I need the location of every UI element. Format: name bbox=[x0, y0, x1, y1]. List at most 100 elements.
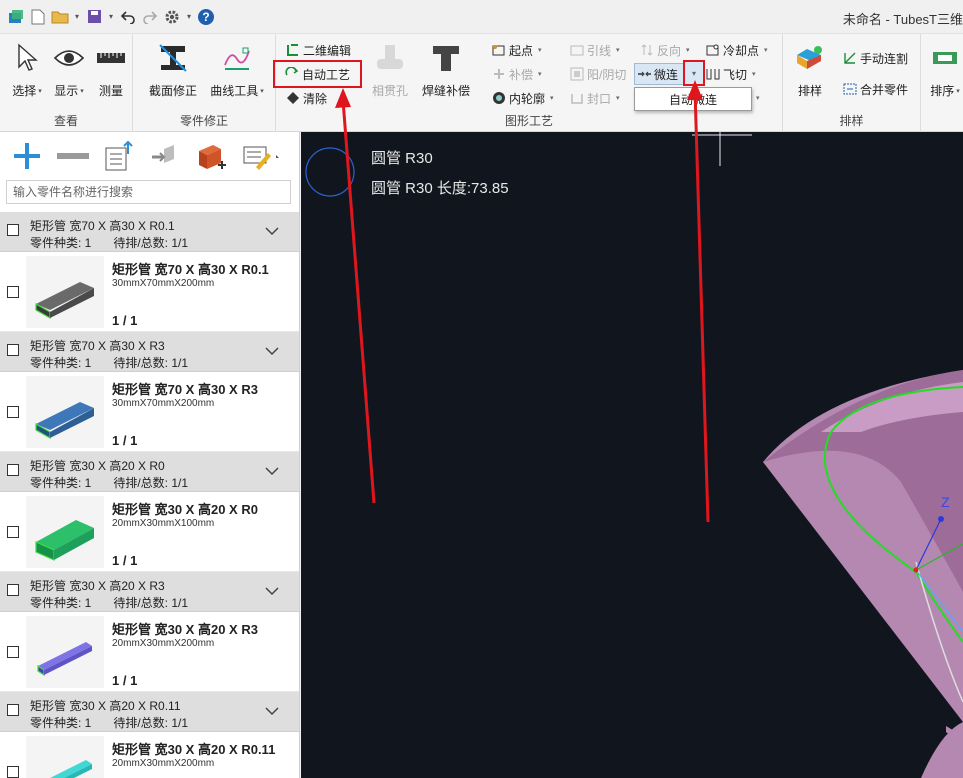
view-group-label: 查看 bbox=[53, 114, 78, 128]
item-checkbox[interactable] bbox=[7, 646, 19, 658]
group-kinds: 零件种类: 1 bbox=[30, 596, 92, 610]
group-checkbox[interactable] bbox=[7, 584, 19, 596]
part-count: 1 / 1 bbox=[112, 433, 138, 448]
weld-compensation-button[interactable]: 焊缝补偿 bbox=[422, 42, 471, 99]
part-group-header[interactable]: 矩形管 宽70 X 高30 X R0.1 零件种类: 1 待排/总数: 1/1 bbox=[0, 212, 299, 252]
help-icon[interactable]: ? bbox=[196, 7, 216, 27]
auto-process-button[interactable]: 自动工艺 bbox=[273, 60, 362, 88]
item-checkbox[interactable] bbox=[7, 406, 19, 418]
list-item[interactable]: 矩形管 宽30 X 高20 X R0 20mmX30mmX100mm 1 / 1 bbox=[0, 492, 299, 572]
chevron-down-icon[interactable] bbox=[264, 223, 280, 239]
curve-tools-button[interactable]: 曲线工具 ▾ bbox=[210, 42, 264, 99]
part-count: 1 / 1 bbox=[112, 313, 138, 328]
open-folder-icon[interactable] bbox=[50, 7, 70, 27]
undo-icon[interactable] bbox=[118, 7, 138, 27]
cooling-point-label: 冷却点 bbox=[723, 43, 760, 58]
select-label: 选择 bbox=[12, 84, 37, 98]
crosshair-cursor bbox=[692, 132, 752, 166]
merge-parts-button[interactable]: 合并零件 bbox=[843, 79, 908, 99]
group-pending: 待排/总数: 1/1 bbox=[113, 596, 189, 610]
yin-yang-cut-button[interactable]: 阳/阴切 bbox=[570, 64, 626, 84]
intersect-hole-label: 相贯孔 bbox=[371, 84, 408, 98]
start-point-button[interactable]: 起点 ▾ bbox=[492, 40, 542, 60]
display-button[interactable]: 显示 ▾ bbox=[47, 42, 91, 99]
measure-button[interactable]: 测量 bbox=[89, 42, 133, 99]
list-item[interactable]: 矩形管 宽30 X 高20 X R3 20mmX30mmX200mm 1 / 1 bbox=[0, 612, 299, 692]
redo-icon[interactable] bbox=[140, 7, 160, 27]
edit-list-icon[interactable] bbox=[240, 139, 284, 173]
save-icon[interactable] bbox=[84, 7, 104, 27]
group-checkbox[interactable] bbox=[7, 224, 19, 236]
auto-micro-joint-menu-item[interactable]: 自动微连 bbox=[634, 87, 752, 111]
dropdown-arrow-icon: ▾ bbox=[756, 95, 760, 102]
group-kinds: 零件种类: 1 bbox=[30, 476, 92, 490]
item-checkbox[interactable] bbox=[7, 286, 19, 298]
part-group-header[interactable]: 矩形管 宽30 X 高20 X R0.11 零件种类: 1 待排/总数: 1/1 bbox=[0, 692, 299, 732]
nesting-button[interactable]: 排样 bbox=[788, 42, 832, 99]
add-material-icon[interactable] bbox=[194, 139, 228, 173]
z-axis-label: Z bbox=[941, 494, 950, 510]
intersect-hole-button[interactable]: 相贯孔 bbox=[368, 42, 412, 99]
group-checkbox[interactable] bbox=[7, 344, 19, 356]
select-button[interactable]: 选择 ▾ bbox=[5, 42, 49, 99]
manual-cut-button[interactable]: 手动连割 bbox=[843, 48, 908, 68]
chevron-down-icon[interactable] bbox=[264, 583, 280, 599]
seal-button[interactable]: 封口 ▾ bbox=[570, 88, 620, 108]
cooling-point-icon bbox=[706, 43, 720, 57]
part-group-header[interactable]: 矩形管 宽30 X 高20 X R0 零件种类: 1 待排/总数: 1/1 bbox=[0, 452, 299, 492]
section-fix-button[interactable]: 截面修正 bbox=[149, 42, 198, 99]
add-part-icon[interactable] bbox=[10, 139, 44, 173]
part-search-input[interactable]: 输入零件名称进行搜索 bbox=[6, 180, 291, 204]
weld-compensation-label: 焊缝补偿 bbox=[422, 84, 471, 98]
reverse-button[interactable]: 反向 ▾ bbox=[640, 40, 690, 60]
cooling-point-button[interactable]: 冷却点 ▾ bbox=[706, 40, 768, 60]
chevron-down-icon[interactable] bbox=[264, 703, 280, 719]
group-checkbox[interactable] bbox=[7, 704, 19, 716]
clear-button[interactable]: 清除 bbox=[286, 88, 327, 108]
edit-2d-button[interactable]: 二维编辑 bbox=[286, 40, 351, 60]
open-dropdown-icon[interactable]: ▾ bbox=[72, 12, 82, 21]
part-group-header[interactable]: 矩形管 宽70 X 高30 X R3 零件种类: 1 待排/总数: 1/1 bbox=[0, 332, 299, 372]
tube-profile-circle bbox=[305, 147, 355, 197]
lead-line-icon bbox=[570, 43, 584, 57]
cursor-icon bbox=[11, 42, 43, 74]
lead-line-label: 引线 bbox=[587, 43, 612, 58]
inner-contour-button[interactable]: 内轮廓 ▾ bbox=[492, 88, 554, 108]
measure-label: 测量 bbox=[98, 84, 123, 98]
sort-button[interactable]: 排序 ▾ bbox=[923, 42, 963, 99]
micro-joint-button[interactable]: 微连 bbox=[634, 63, 684, 85]
viewport-3d[interactable]: 圆管 R30 圆管 R30 长度:73.85 Z bbox=[301, 132, 963, 778]
group-pending: 待排/总数: 1/1 bbox=[113, 716, 189, 730]
new-file-icon[interactable] bbox=[28, 7, 48, 27]
part-dims: 30mmX70mmX200mm bbox=[112, 278, 215, 289]
micro-joint-dropdown-button[interactable]: ▾ bbox=[683, 60, 705, 86]
group-title: 矩形管 宽70 X 高30 X R0.1 bbox=[30, 219, 175, 233]
lead-line-button[interactable]: 引线 ▾ bbox=[570, 40, 620, 60]
compensation-button[interactable]: 补偿 ▾ bbox=[492, 64, 542, 84]
settings-dropdown-icon[interactable]: ▾ bbox=[184, 12, 194, 21]
item-checkbox[interactable] bbox=[7, 526, 19, 538]
save-dropdown-icon[interactable]: ▾ bbox=[106, 12, 116, 21]
item-checkbox[interactable] bbox=[7, 766, 19, 778]
micro-joint-label: 微连 bbox=[654, 67, 679, 82]
more-dropdown[interactable]: ▾ bbox=[754, 88, 760, 108]
section-fix-label: 截面修正 bbox=[149, 84, 198, 98]
fly-cut-button[interactable]: 飞切 ▾ bbox=[706, 64, 756, 84]
part-count: 1 / 1 bbox=[112, 673, 138, 688]
import-list-icon[interactable] bbox=[102, 139, 136, 173]
part-thumbnail bbox=[26, 376, 104, 448]
remove-part-icon[interactable] bbox=[56, 139, 90, 173]
fly-cut-icon bbox=[706, 67, 720, 81]
list-item[interactable]: 矩形管 宽30 X 高20 X R0.11 20mmX30mmX200mm bbox=[0, 732, 299, 778]
chevron-down-icon[interactable] bbox=[264, 463, 280, 479]
edit-2d-label: 二维编辑 bbox=[303, 43, 352, 58]
move-part-icon[interactable] bbox=[148, 139, 182, 173]
chevron-down-icon[interactable] bbox=[264, 343, 280, 359]
yin-yang-cut-icon bbox=[570, 67, 584, 81]
fly-cut-label: 飞切 bbox=[723, 67, 748, 82]
list-item[interactable]: 矩形管 宽70 X 高30 X R3 30mmX70mmX200mm 1 / 1 bbox=[0, 372, 299, 452]
list-item[interactable]: 矩形管 宽70 X 高30 X R0.1 30mmX70mmX200mm 1 /… bbox=[0, 252, 299, 332]
settings-gear-icon[interactable] bbox=[162, 7, 182, 27]
group-checkbox[interactable] bbox=[7, 464, 19, 476]
part-group-header[interactable]: 矩形管 宽30 X 高20 X R3 零件种类: 1 待排/总数: 1/1 bbox=[0, 572, 299, 612]
